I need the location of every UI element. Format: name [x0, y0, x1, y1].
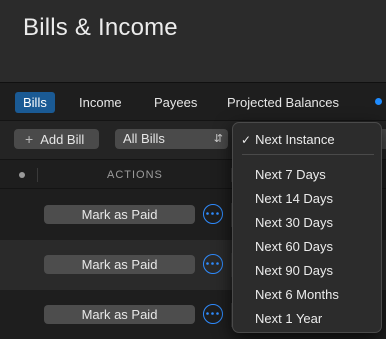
status-column-dot-icon[interactable] — [19, 172, 25, 178]
tab-indicator-dot — [375, 98, 382, 105]
mark-as-paid-button[interactable]: Mark as Paid — [44, 305, 195, 324]
ellipsis-circle-icon[interactable] — [203, 254, 223, 274]
mark-as-paid-button[interactable]: Mark as Paid — [44, 255, 195, 274]
menu-item-next-6-months[interactable]: Next 6 Months — [233, 283, 381, 307]
tab-payees[interactable]: Payees — [154, 92, 197, 113]
tab-bills[interactable]: Bills — [15, 92, 55, 113]
checkmark-icon: ✓ — [241, 133, 252, 147]
menu-item-next-1-year[interactable]: Next 1 Year — [233, 307, 381, 331]
title-bar: Bills & Income — [0, 0, 386, 82]
add-bill-button[interactable]: + Add Bill — [14, 129, 99, 149]
menu-item-next-14-days[interactable]: Next 14 Days — [233, 187, 381, 211]
column-divider — [37, 168, 38, 182]
mark-as-paid-button[interactable]: Mark as Paid — [44, 205, 195, 224]
menu-item-next-30-days[interactable]: Next 30 Days — [233, 211, 381, 235]
bill-filter-select[interactable]: All Bills ⇵ — [115, 129, 228, 149]
ellipsis-circle-icon[interactable] — [203, 204, 223, 224]
add-bill-label: Add Bill — [40, 131, 85, 147]
ellipsis-circle-icon[interactable] — [203, 304, 223, 324]
plus-icon: + — [25, 131, 34, 147]
menu-item-next-90-days[interactable]: Next 90 Days — [233, 259, 381, 283]
chevron-updown-icon: ⇵ — [213, 133, 223, 145]
tab-projected-balances[interactable]: Projected Balances — [227, 92, 339, 113]
menu-item-next-60-days[interactable]: Next 60 Days — [233, 235, 381, 259]
period-dropdown-menu: ✓ Next Instance Next 7 Days Next 14 Days … — [232, 122, 382, 333]
menu-item-label: Next Instance — [255, 132, 335, 147]
menu-item-next-7-days[interactable]: Next 7 Days — [233, 163, 381, 187]
actions-column-header[interactable]: ACTIONS — [107, 169, 163, 181]
tab-income[interactable]: Income — [79, 92, 122, 113]
bill-filter-value: All Bills — [123, 131, 165, 146]
menu-item-next-instance[interactable]: ✓ Next Instance — [233, 128, 381, 152]
page-title: Bills & Income — [23, 14, 178, 41]
menu-divider — [242, 154, 374, 155]
tab-bar: Bills Income Payees Projected Balances — [0, 82, 386, 120]
